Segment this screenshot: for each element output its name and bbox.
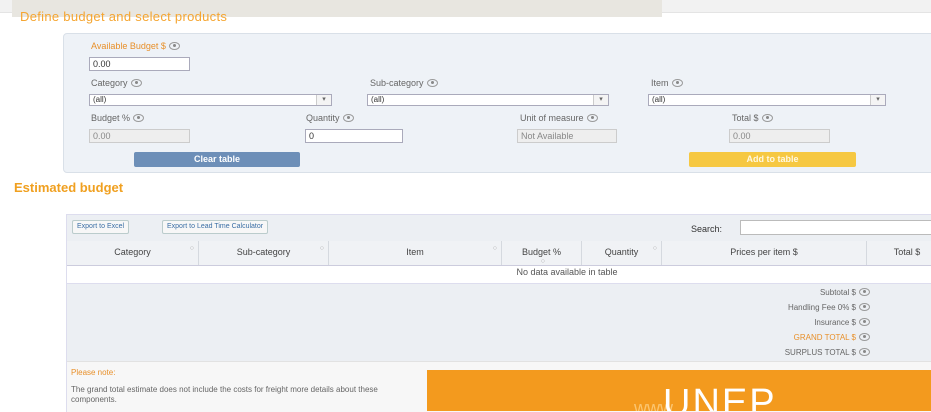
add-to-table-button[interactable]: Add to table — [689, 152, 856, 167]
table-header: Category ○ Sub-category ○ Item ○ Budget % ○ … — [67, 241, 931, 266]
surplus-total-row: SURPLUS TOTAL $ — [785, 347, 870, 357]
table-toolbar: Export to Excel Export to Lead Time Calc… — [67, 215, 931, 242]
export-excel-button[interactable]: Export to Excel — [72, 220, 130, 234]
unep-banner: www. UNEP — [427, 370, 931, 411]
info-eye-icon[interactable] — [761, 113, 773, 122]
quantity-input[interactable] — [305, 129, 403, 143]
define-budget-title: Define budget and select products — [20, 9, 228, 24]
quantity-label: Quantity — [306, 113, 354, 123]
note-title: Please note: — [71, 368, 116, 377]
category-label: Category — [91, 78, 142, 88]
note-text: The grand total estimate does not includ… — [71, 385, 378, 404]
clear-table-button[interactable]: Clear table — [134, 152, 300, 167]
available-budget-input[interactable] — [89, 57, 190, 71]
total-input[interactable] — [729, 129, 830, 143]
sort-icon: ○ — [189, 245, 194, 252]
category-select[interactable]: (all) ▾ — [89, 94, 332, 106]
column-header-prices[interactable]: Prices per item $ — [662, 241, 867, 265]
item-select[interactable]: (all) ▾ — [648, 94, 886, 106]
sort-icon: ○ — [492, 245, 497, 252]
subcategory-select[interactable]: (all) ▾ — [367, 94, 609, 106]
banner-logo-text: UNEP — [663, 382, 777, 411]
chevron-down-icon: ▾ — [316, 95, 331, 105]
info-eye-icon[interactable] — [859, 317, 870, 326]
search-label: Search: — [691, 224, 723, 234]
info-eye-icon[interactable] — [342, 113, 354, 122]
info-eye-icon[interactable] — [859, 347, 870, 356]
info-eye-icon[interactable] — [426, 78, 438, 87]
column-header-item[interactable]: Item ○ — [329, 241, 502, 265]
estimated-budget-title: Estimated budget — [14, 180, 124, 195]
info-eye-icon[interactable] — [859, 302, 870, 311]
available-budget-label: Available Budget $ — [91, 41, 180, 51]
info-eye-icon[interactable] — [586, 113, 598, 122]
column-header-total[interactable]: Total $○ — [867, 241, 931, 265]
subtotal-row: Subtotal $ — [820, 287, 870, 297]
info-eye-icon[interactable] — [133, 113, 145, 122]
chevron-down-icon: ▾ — [593, 95, 608, 105]
column-header-budget-pct[interactable]: Budget % ○ — [502, 241, 582, 265]
unit-of-measure-label: Unit of measure — [520, 113, 598, 123]
info-eye-icon[interactable] — [168, 41, 180, 50]
grand-total-row: GRAND TOTAL $ — [794, 332, 870, 342]
export-lead-time-button[interactable]: Export to Lead Time Calculator — [162, 220, 269, 234]
budget-pct-label: Budget % — [91, 113, 145, 123]
item-label: Item — [651, 78, 683, 88]
budget-pct-input[interactable] — [89, 129, 190, 143]
sort-icon: ○ — [652, 245, 657, 252]
search-input[interactable] — [740, 220, 931, 235]
handling-fee-row: Handling Fee 0% $ — [788, 302, 870, 312]
chevron-down-icon: ▾ — [870, 95, 885, 105]
unit-of-measure-input[interactable] — [517, 129, 617, 143]
sort-icon: ○ — [319, 245, 324, 252]
summary-area: Subtotal $ Handling Fee 0% $ Insurance $… — [67, 283, 931, 362]
insurance-row: Insurance $ — [814, 317, 870, 327]
column-header-quantity[interactable]: Quantity ○ — [582, 241, 662, 265]
total-label: Total $ — [732, 113, 773, 123]
info-eye-icon[interactable] — [671, 78, 683, 87]
empty-table-message: No data available in table — [516, 267, 618, 277]
info-eye-icon[interactable] — [130, 78, 142, 87]
subcategory-label: Sub-category — [370, 78, 438, 88]
info-eye-icon[interactable] — [859, 287, 870, 296]
column-header-category[interactable]: Category ○ — [67, 241, 199, 265]
column-header-subcategory[interactable]: Sub-category ○ — [199, 241, 329, 265]
info-eye-icon[interactable] — [859, 332, 870, 341]
